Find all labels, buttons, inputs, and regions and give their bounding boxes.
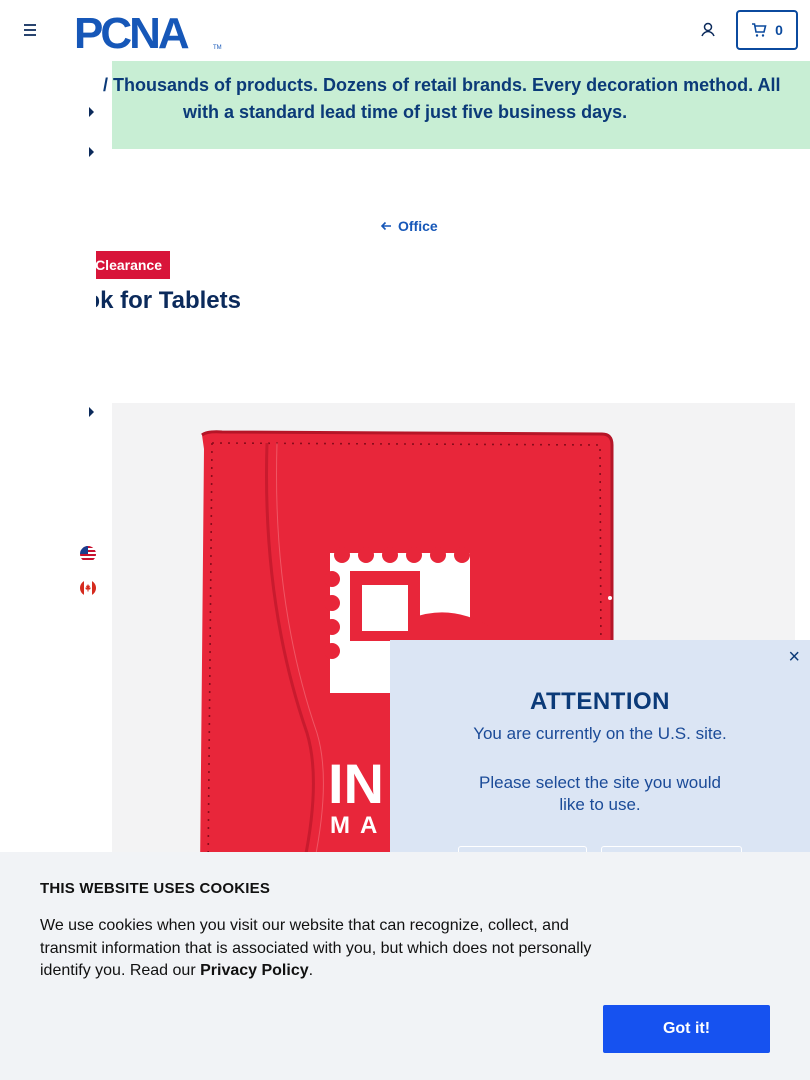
modal-prompt-2: like to use. <box>559 795 641 814</box>
close-icon[interactable]: × <box>788 646 800 669</box>
privacy-policy-link[interactable]: Privacy Policy <box>200 962 309 979</box>
cart-count: 0 <box>775 22 783 38</box>
sidebar-overlay <box>0 240 96 330</box>
got-it-button[interactable]: Got it! <box>603 1005 770 1053</box>
cookie-text: We use cookies when you visit our websit… <box>40 917 592 979</box>
promo-banner-text: / Thousands of products. Dozens of retai… <box>0 61 810 149</box>
modal-prompt-1: Please select the site you would <box>479 773 721 792</box>
cart-icon <box>752 23 767 37</box>
cart-button[interactable]: 0 <box>736 10 798 50</box>
caret-right-icon[interactable] <box>88 406 98 418</box>
cookie-body: We use cookies when you visit our websit… <box>40 915 610 983</box>
us-flag-icon[interactable] <box>80 546 96 562</box>
logo-text: PCNA <box>74 9 189 52</box>
arrow-left-icon <box>380 221 391 231</box>
back-to-office-link[interactable]: Office <box>380 218 438 234</box>
cookie-end: . <box>308 962 314 979</box>
site-selector-modal: × ATTENTION You are currently on the U.S… <box>390 640 810 882</box>
back-link-label: Office <box>398 218 438 234</box>
modal-title: ATTENTION <box>529 688 671 715</box>
menu-icon[interactable] <box>20 20 40 40</box>
user-icon[interactable] <box>698 20 718 40</box>
cookie-title: THIS WEBSITE USES COOKIES <box>40 880 271 897</box>
logo-tm: TM <box>213 45 222 51</box>
imprint-small: MA <box>330 812 387 839</box>
promo-line-1: / Thousands of products. Dozens of retai… <box>103 75 781 95</box>
imprint-big: IN <box>328 752 384 815</box>
promo-line-2: with a standard lead time of just five b… <box>183 102 628 122</box>
modal-current-site: You are currently on the U.S. site. <box>473 724 727 743</box>
canada-flag-icon[interactable] <box>80 580 96 596</box>
clearance-badge: Clearance <box>96 251 170 279</box>
cookie-banner: THIS WEBSITE USES COOKIES We use cookies… <box>0 852 810 1080</box>
pcna-logo[interactable]: PCNA TM <box>74 8 226 58</box>
site-header: PCNA TM 0 <box>0 0 810 60</box>
